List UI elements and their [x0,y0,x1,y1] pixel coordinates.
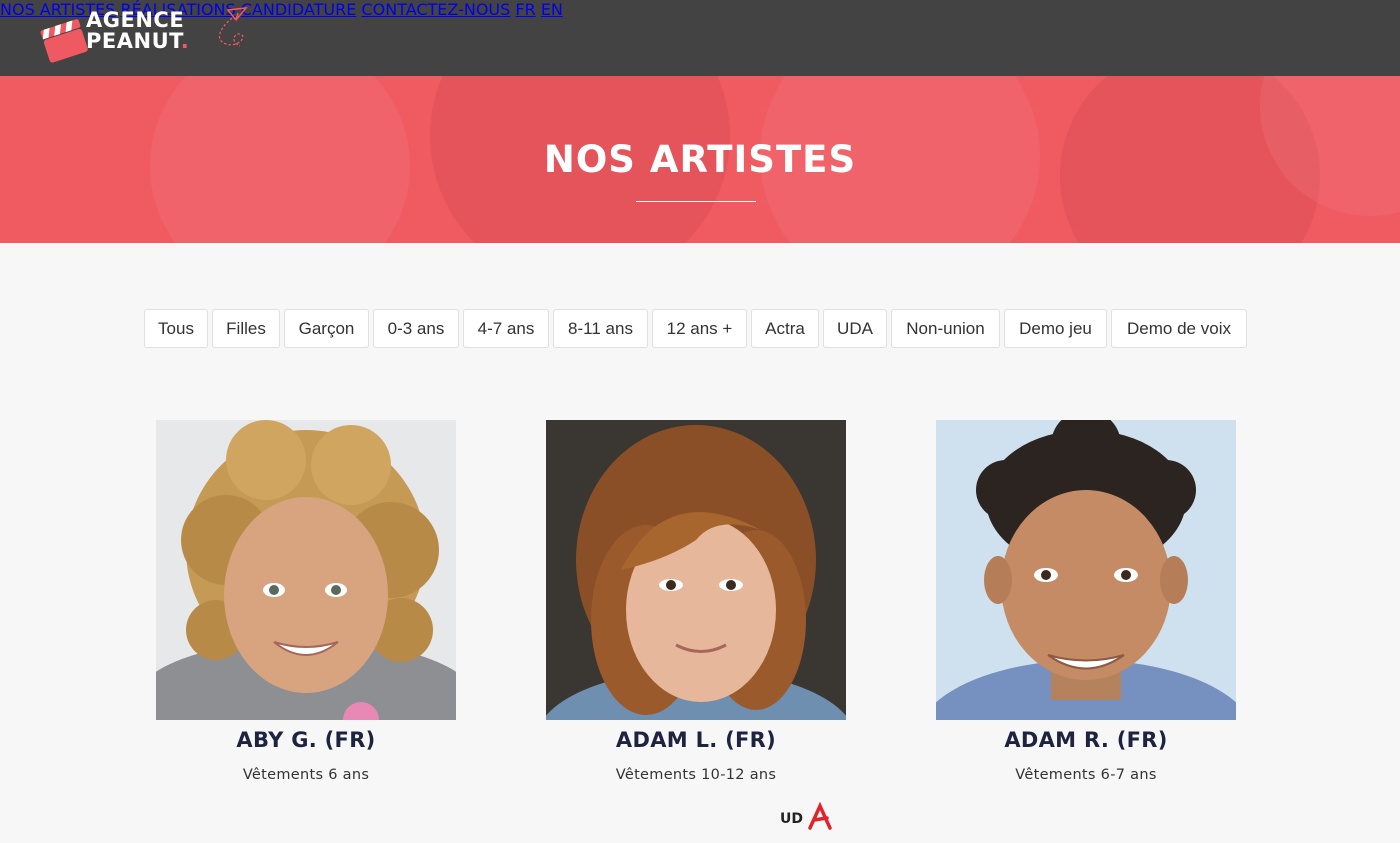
logo-line-1: AGENCE [86,8,185,32]
artist-clothing-size: Vêtements 6-7 ans [1015,767,1157,783]
filter-non-union[interactable]: Non-union [891,309,1000,348]
child-portrait-image [156,420,456,720]
clapperboard-icon [40,19,88,63]
filter-demo-jeu[interactable]: Demo jeu [1004,309,1107,348]
hero-banner: NOS ARTISTES [0,76,1400,243]
nav-lang-fr[interactable]: FR [515,0,535,19]
filter-4-7-ans[interactable]: 4-7 ans [463,309,549,348]
artist-photo[interactable] [546,420,846,720]
artist-photo[interactable] [156,420,456,720]
artist-photo[interactable] [936,420,1236,720]
logo-dot: . [180,29,190,53]
paper-plane-icon [218,7,248,47]
page-title: NOS ARTISTES [543,138,857,181]
title-divider [636,201,756,202]
artist-card[interactable]: ADAM R. (FR) Vêtements 6-7 ans [936,420,1236,783]
filter-demo-de-voix[interactable]: Demo de voix [1111,309,1247,348]
nav-lang-en[interactable]: EN [541,0,563,19]
artist-clothing-size: Vêtements 6 ans [242,767,370,783]
artist-card[interactable]: ABY G. (FR) Vêtements 6 ans [156,420,456,783]
site-header: AGENCE PEANUT. NOS ARTISTES RÉALISATIONS… [0,0,1400,76]
filter-garcon[interactable]: Garçon [284,309,369,348]
artist-card[interactable]: ADAM L. (FR) Vêtements 10-12 ans [546,420,846,783]
nav-candidature[interactable]: CANDIDATURE [241,0,357,19]
uda-union-badge-icon: UD [780,802,832,830]
filter-bar: Tous Filles Garçon 0-3 ans 4-7 ans 8-11 … [0,309,1400,348]
agence-peanut-logo[interactable]: AGENCE PEANUT. [38,6,253,66]
artist-name[interactable]: ADAM L. (FR) [496,728,896,752]
filter-12-ans-plus[interactable]: 12 ans + [652,309,747,348]
filter-0-3-ans[interactable]: 0-3 ans [373,309,459,348]
artist-name[interactable]: ADAM R. (FR) [886,728,1286,752]
filter-filles[interactable]: Filles [212,309,280,348]
artist-clothing-size: Vêtements 10-12 ans [615,767,777,783]
nav-contactez-nous[interactable]: CONTACTEZ-NOUS [361,0,510,19]
logo-wordmark: AGENCE PEANUT. [86,10,189,52]
logo-line-2: PEANUT. [86,29,190,53]
filter-actra[interactable]: Actra [751,309,819,348]
artist-name[interactable]: ABY G. (FR) [106,728,506,752]
svg-text:UD: UD [780,811,803,827]
filter-tous[interactable]: Tous [144,309,208,348]
filter-uda[interactable]: UDA [823,309,887,348]
child-portrait-image [546,420,846,720]
filter-8-11-ans[interactable]: 8-11 ans [553,309,648,348]
child-portrait-image [936,420,1236,720]
